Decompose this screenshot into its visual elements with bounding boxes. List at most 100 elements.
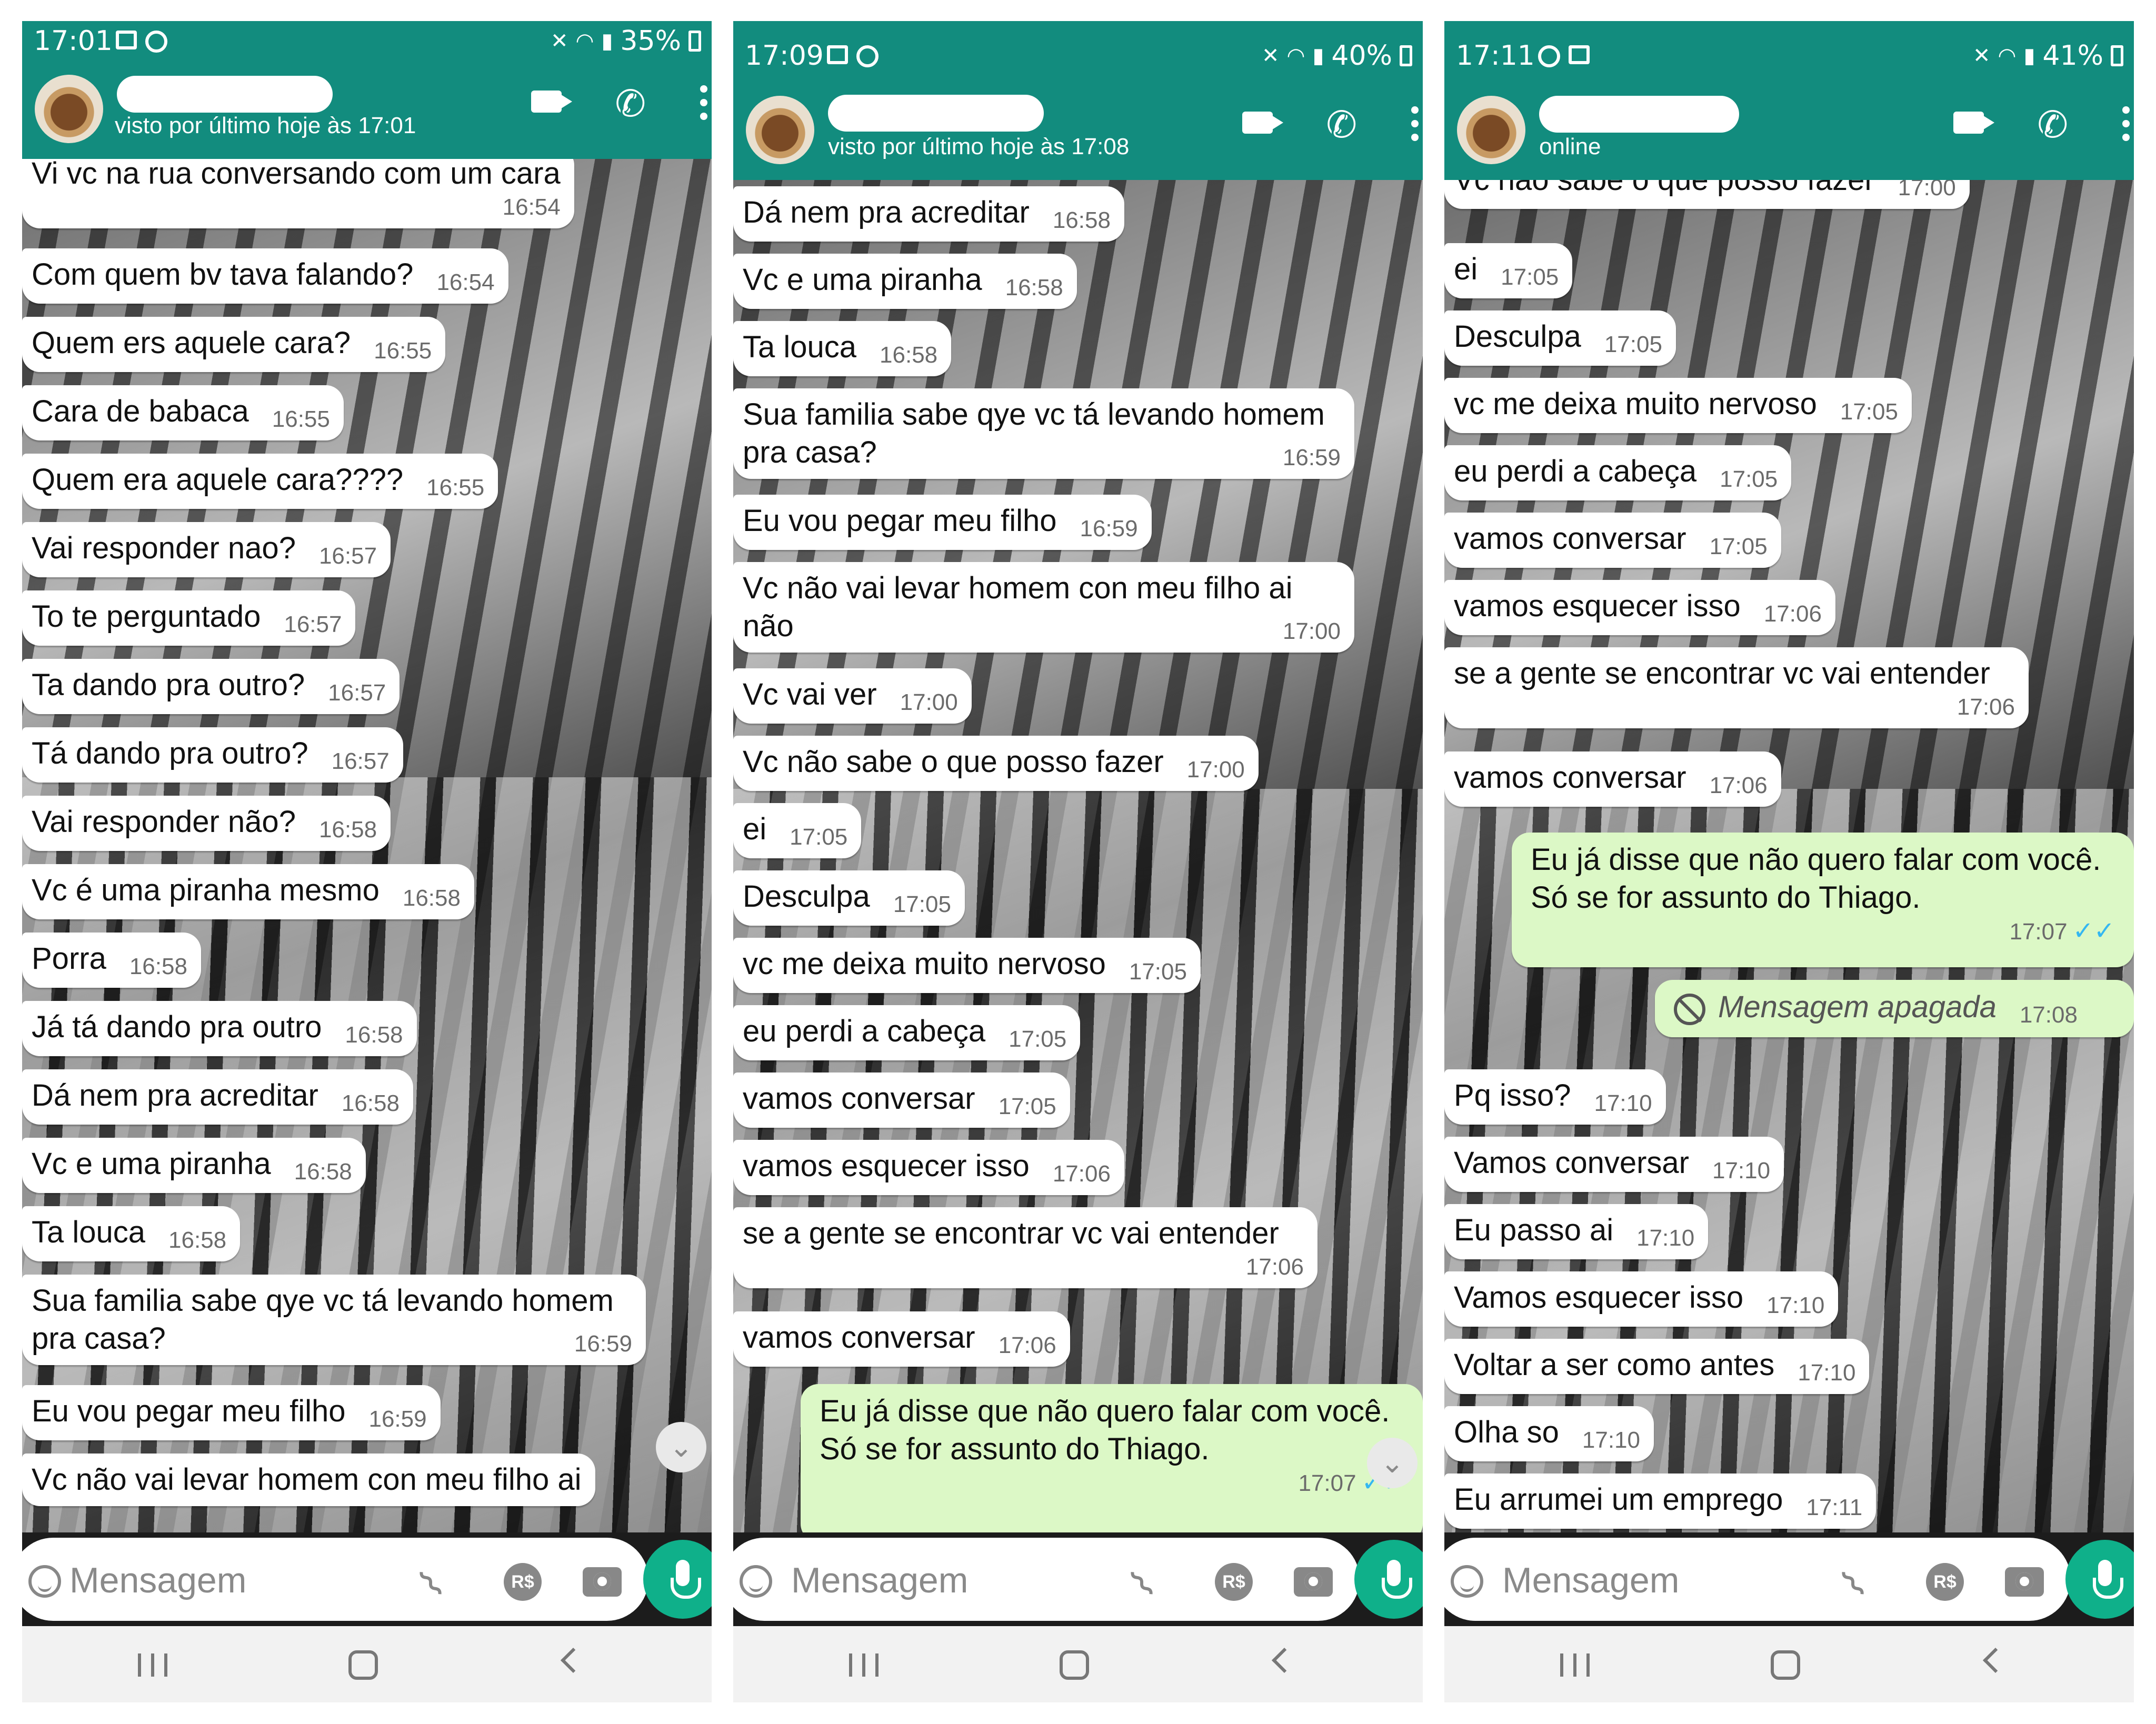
message-bubble[interactable]: vc me deixa muito nervoso 17:05 <box>733 938 1201 993</box>
message-bubble[interactable]: Pq isso? 17:10 <box>1444 1069 1666 1125</box>
message-bubble[interactable]: Vc não sabe o que posso fazer 17:00 <box>733 736 1259 791</box>
message-bubble[interactable]: Porra 16:58 <box>22 933 201 988</box>
outgoing-message-bubble[interactable]: Eu já disse que não quero falar com você… <box>801 1384 1423 1532</box>
message-bubble[interactable]: eu perdi a cabeça 17:05 <box>1444 445 1792 500</box>
emoji-icon[interactable] <box>740 1565 772 1598</box>
message-bubble[interactable]: vamos esquecer isso 17:06 <box>1444 580 1835 635</box>
home-icon[interactable] <box>1060 1650 1089 1680</box>
video-call-icon[interactable] <box>1242 112 1283 134</box>
message-list[interactable]: Dá nem pra acreditar 16:58 Vc e uma piran… <box>733 180 1423 1532</box>
chat-header[interactable]: online ✆ <box>1444 69 2134 180</box>
attach-icon[interactable]: ⌇ <box>410 1561 453 1607</box>
message-bubble[interactable]: Vc e uma piranha 16:58 <box>733 254 1077 309</box>
avatar[interactable] <box>1457 96 1525 164</box>
message-bubble[interactable]: Vc não sabe o que posso fazer 17:00 <box>1444 180 1970 209</box>
message-bubble[interactable]: Eu vou pegar meu filho 16:59 <box>733 495 1152 550</box>
mic-icon[interactable] <box>643 1540 712 1619</box>
home-icon[interactable] <box>348 1650 378 1680</box>
message-input[interactable]: Mensagem ⌇ R$ <box>733 1538 1360 1621</box>
camera-icon[interactable] <box>1294 1567 1333 1597</box>
message-bubble[interactable]: vamos esquecer isso 17:06 <box>733 1140 1124 1195</box>
message-list[interactable]: Vi vc na rua conversando com um cara 16:5… <box>22 159 712 1532</box>
message-input[interactable]: Mensagem ⌇ R$ <box>22 1538 648 1621</box>
message-bubble[interactable]: Vc é uma piranha mesmo 16:58 <box>22 864 474 919</box>
message-bubble[interactable]: Sua familia sabe qye vc tá levando homem… <box>22 1275 646 1365</box>
message-list[interactable]: Vc não sabe o que posso fazer 17:00 ei 17:… <box>1444 180 2134 1532</box>
message-bubble[interactable]: Eu vou pegar meu filho 16:59 <box>22 1385 441 1440</box>
input-placeholder[interactable]: Mensagem <box>791 1560 968 1601</box>
message-bubble[interactable]: Vai responder não? 16:58 <box>22 796 391 851</box>
recent-apps-icon[interactable] <box>1560 1653 1590 1677</box>
scroll-down-icon[interactable]: ⌄ <box>656 1422 706 1472</box>
message-bubble[interactable]: ei 17:05 <box>1444 243 1573 298</box>
message-bubble[interactable]: Olha so 17:10 <box>1444 1406 1654 1461</box>
video-call-icon[interactable] <box>1953 112 1994 134</box>
message-bubble[interactable]: Vi vc na rua conversando com um cara 16:5… <box>22 159 574 228</box>
message-bubble[interactable]: Quem ers aquele cara? 16:55 <box>22 317 446 372</box>
input-placeholder[interactable]: Mensagem <box>1502 1560 1679 1601</box>
mic-icon[interactable] <box>1354 1540 1423 1619</box>
message-bubble[interactable]: vamos conversar 17:06 <box>1444 751 1781 807</box>
deleted-message-bubble[interactable]: Mensagem apagada 17:08 <box>1655 980 2134 1037</box>
message-bubble[interactable]: ei 17:05 <box>733 803 862 858</box>
input-placeholder[interactable]: Mensagem <box>69 1560 246 1601</box>
message-bubble[interactable]: Desculpa 17:05 <box>1444 310 1676 366</box>
message-bubble[interactable]: Eu arrumei um emprego 17:11 <box>1444 1474 1876 1529</box>
message-input[interactable]: Mensagem ⌇ R$ <box>1444 1538 2071 1621</box>
message-bubble[interactable]: eu perdi a cabeça 17:05 <box>733 1005 1081 1060</box>
recent-apps-icon[interactable] <box>138 1653 167 1677</box>
mic-icon[interactable] <box>2065 1540 2134 1619</box>
pix-icon[interactable]: R$ <box>1215 1563 1253 1601</box>
message-bubble[interactable]: Vc e uma piranha 16:58 <box>22 1138 366 1193</box>
avatar[interactable] <box>746 96 814 164</box>
message-bubble[interactable]: Tá dando pra outro? 16:57 <box>22 727 403 783</box>
message-bubble[interactable]: Vc não vai levar homem con meu filho ai … <box>733 562 1354 653</box>
avatar[interactable] <box>35 75 103 143</box>
message-bubble[interactable]: Com quem bv tava falando? 16:54 <box>22 248 508 304</box>
message-bubble[interactable]: Vai responder nao? 16:57 <box>22 522 391 577</box>
pix-icon[interactable]: R$ <box>504 1563 542 1601</box>
message-bubble[interactable]: Sua familia sabe qye vc tá levando homem… <box>733 388 1354 479</box>
voice-call-icon[interactable]: ✆ <box>2037 106 2068 143</box>
message-bubble[interactable]: Já tá dando pra outro 16:58 <box>22 1001 417 1056</box>
message-bubble[interactable]: Ta dando pra outro? 16:57 <box>22 659 400 714</box>
message-bubble[interactable]: se a gente se encontrar vc vai entender 1… <box>1444 647 2029 728</box>
message-bubble[interactable]: Vamos conversar 17:10 <box>1444 1137 1784 1192</box>
message-bubble[interactable]: Dá nem pra acreditar 16:58 <box>733 186 1124 242</box>
video-call-icon[interactable] <box>531 91 572 113</box>
attach-icon[interactable]: ⌇ <box>1121 1561 1164 1607</box>
message-bubble[interactable]: vamos conversar 17:05 <box>1444 513 1781 568</box>
message-bubble[interactable]: Eu passo ai 17:10 <box>1444 1204 1709 1259</box>
message-bubble[interactable]: se a gente se encontrar vc vai entender 1… <box>733 1207 1317 1288</box>
scroll-down-icon[interactable]: ⌄ <box>1367 1438 1418 1488</box>
message-bubble[interactable]: vamos conversar 17:06 <box>733 1311 1070 1367</box>
outgoing-message-bubble[interactable]: Eu já disse que não quero falar com você… <box>1512 833 2134 967</box>
recent-apps-icon[interactable] <box>849 1653 879 1677</box>
voice-call-icon[interactable]: ✆ <box>615 85 646 122</box>
voice-call-icon[interactable]: ✆ <box>1326 106 1357 143</box>
camera-icon[interactable] <box>2005 1567 2044 1597</box>
back-icon[interactable] <box>560 1647 586 1673</box>
menu-icon[interactable] <box>700 85 707 120</box>
back-icon[interactable] <box>1982 1647 2009 1673</box>
message-bubble[interactable]: vamos conversar 17:05 <box>733 1073 1070 1128</box>
pix-icon[interactable]: R$ <box>1926 1563 1964 1601</box>
message-bubble[interactable]: vc me deixa muito nervoso 17:05 <box>1444 378 1912 433</box>
message-bubble[interactable]: Ta louca 16:58 <box>733 321 952 376</box>
attach-icon[interactable]: ⌇ <box>1832 1561 1875 1607</box>
message-bubble[interactable]: To te perguntado 16:57 <box>22 590 356 646</box>
chat-header[interactable]: visto por último hoje às 17:08 ✆ <box>733 69 1423 180</box>
message-bubble[interactable]: Dá nem pra acreditar 16:58 <box>22 1069 413 1125</box>
message-bubble[interactable]: Vamos esquecer isso 17:10 <box>1444 1271 1839 1327</box>
emoji-icon[interactable] <box>28 1565 61 1598</box>
menu-icon[interactable] <box>1411 106 1419 141</box>
message-bubble[interactable]: Cara de babaca 16:55 <box>22 385 344 440</box>
message-bubble[interactable]: Vc não vai levar homem con meu filho ai <box>22 1454 595 1506</box>
message-bubble[interactable]: Quem era aquele cara???? 16:55 <box>22 454 498 509</box>
message-bubble[interactable]: Desculpa 17:05 <box>733 870 965 926</box>
camera-icon[interactable] <box>583 1567 622 1597</box>
message-bubble[interactable]: Vc vai ver 17:00 <box>733 668 972 724</box>
chat-header[interactable]: visto por último hoje às 17:01 ✆ <box>22 69 712 159</box>
message-bubble[interactable]: Ta louca 16:58 <box>22 1206 241 1261</box>
message-bubble[interactable]: Voltar a ser como antes 17:10 <box>1444 1339 1870 1394</box>
